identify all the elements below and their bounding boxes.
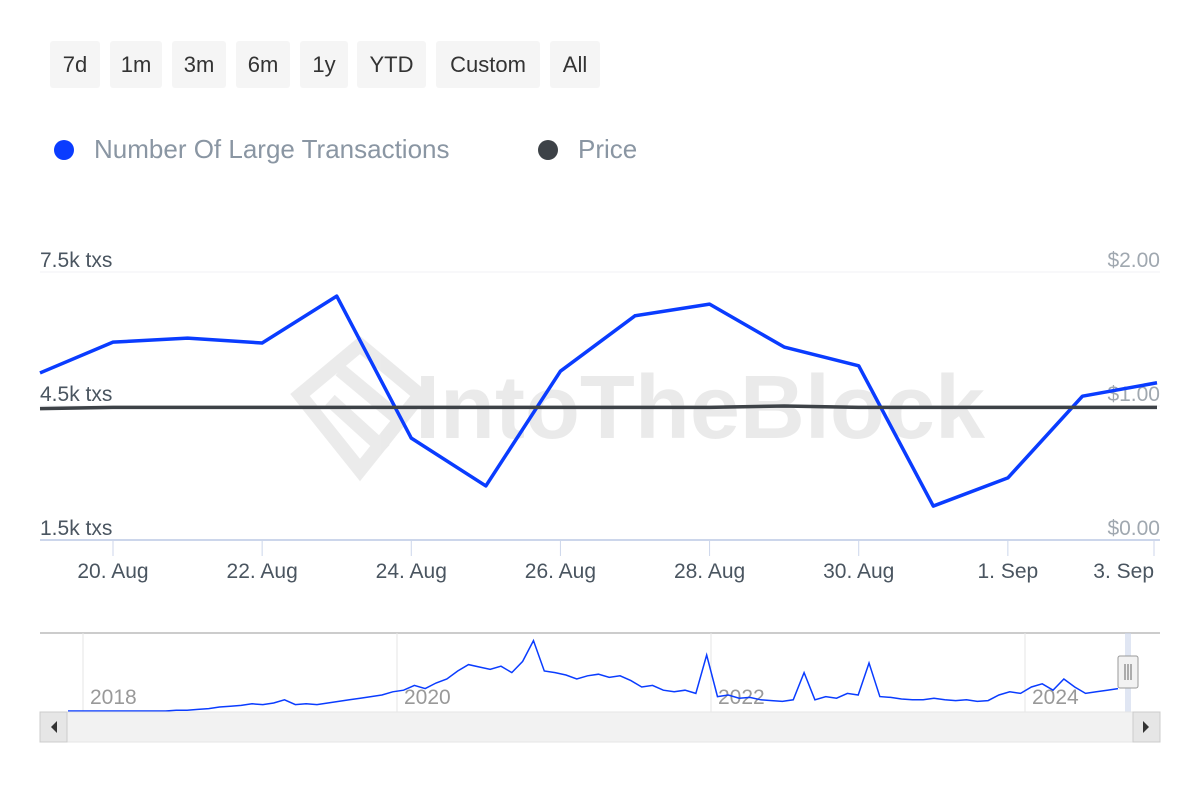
x-tick-label: 26. Aug	[525, 560, 596, 583]
legend-item-price[interactable]: Price	[538, 134, 637, 165]
navigator-year-label: 2018	[90, 686, 137, 709]
range-button-7d[interactable]: 7d	[50, 41, 100, 88]
arrow-left-icon	[51, 721, 57, 733]
x-tick-label: 22. Aug	[227, 560, 298, 583]
x-tick-label: 3. Sep	[1093, 560, 1154, 583]
x-tick-label: 24. Aug	[376, 560, 447, 583]
svg-text:IntoTheBlock: IntoTheBlock	[415, 358, 986, 458]
range-button-all[interactable]: All	[550, 41, 600, 88]
right-axis-tick: $1.00	[1107, 383, 1160, 406]
legend-label: Price	[578, 134, 638, 164]
right-axis-tick: $0.00	[1107, 517, 1160, 540]
navigator-year-label: 2022	[718, 686, 765, 709]
left-axis-tick: 1.5k txs	[40, 517, 112, 540]
legend-item-transactions[interactable]: Number Of Large Transactions	[54, 134, 450, 165]
right-axis-tick: $2.00	[1107, 249, 1160, 272]
series-line-price	[39, 404, 1157, 411]
scroll-left-button[interactable]	[39, 711, 68, 743]
series-dot-icon	[538, 139, 558, 160]
x-tick-label: 1. Sep	[977, 560, 1038, 583]
range-button-1m[interactable]: 1m	[110, 41, 162, 88]
range-button-3m[interactable]: 3m	[172, 41, 226, 88]
series-dot-icon	[54, 139, 74, 160]
scrollbar-track[interactable]	[39, 711, 1161, 743]
range-button-1y[interactable]: 1y	[300, 41, 348, 88]
range-button-custom[interactable]: Custom	[436, 41, 540, 88]
left-axis-tick: 4.5k txs	[40, 383, 112, 406]
navigator-year-label: 2024	[1032, 686, 1079, 709]
range-button-ytd[interactable]: YTD	[357, 41, 426, 88]
scroll-right-button[interactable]	[1132, 711, 1161, 743]
watermark: IntoTheBlock	[290, 335, 986, 482]
range-button-6m[interactable]: 6m	[236, 41, 290, 88]
main-chart: IntoTheBlock 7.5k txs $2.00 4.5k txs $1.00 1…	[39, 249, 1161, 743]
x-tick-label: 30. Aug	[823, 560, 894, 583]
arrow-right-icon	[1143, 721, 1149, 733]
x-tick-label: 20. Aug	[77, 560, 148, 583]
series-line-transactions	[39, 294, 1158, 508]
x-tick-label: 28. Aug	[674, 560, 745, 583]
legend-label: Number Of Large Transactions	[94, 134, 450, 164]
grip-icon	[1124, 664, 1132, 680]
navigator-handle[interactable]	[1117, 655, 1139, 689]
navigator-series-line	[68, 638, 1119, 712]
left-axis-tick: 7.5k txs	[40, 249, 112, 272]
navigator-selected-range	[1125, 633, 1131, 713]
navigator-year-label: 2020	[404, 686, 451, 709]
